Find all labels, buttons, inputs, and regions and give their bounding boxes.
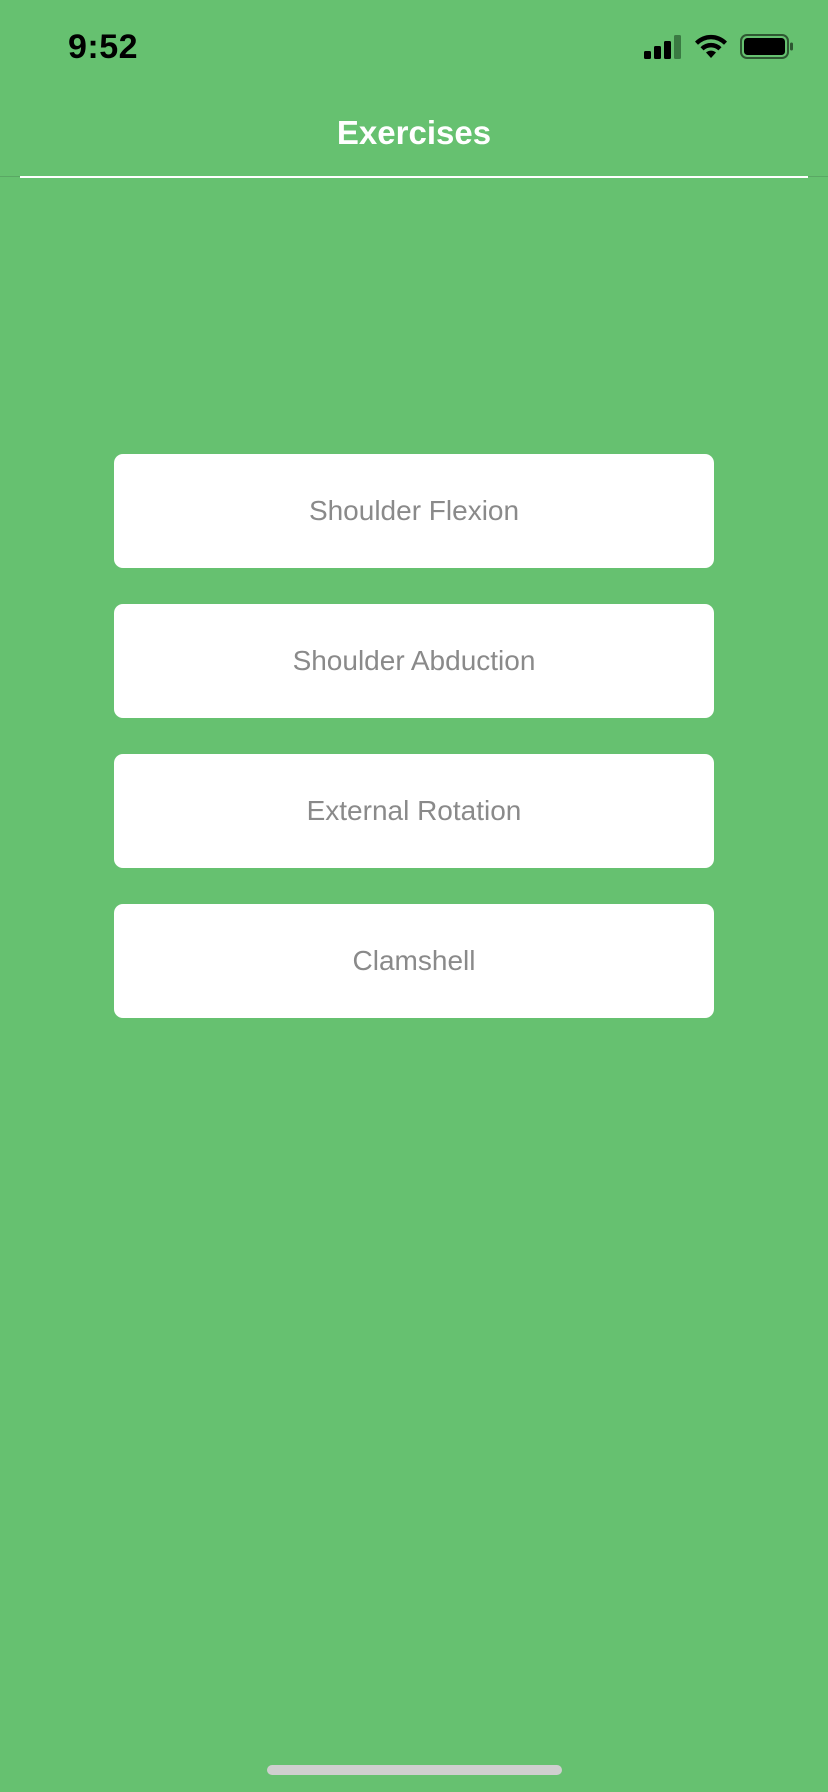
status-icons — [644, 34, 794, 64]
status-time: 9:52 — [68, 28, 139, 66]
navigation-bar: Exercises — [0, 96, 828, 176]
external-rotation-button[interactable]: External Rotation — [114, 754, 714, 868]
shoulder-abduction-button[interactable]: Shoulder Abduction — [114, 604, 714, 718]
clamshell-button[interactable]: Clamshell — [114, 904, 714, 1018]
home-indicator[interactable] — [267, 1765, 562, 1775]
page-title: Exercises — [336, 114, 492, 151]
status-bar: 9:52 — [0, 0, 828, 96]
wifi-icon — [694, 34, 728, 64]
battery-icon — [740, 34, 794, 64]
cellular-signal-icon — [644, 34, 682, 64]
nav-divider — [20, 176, 808, 178]
exercise-list: Shoulder Flexion Shoulder Abduction Exte… — [114, 454, 714, 1054]
shoulder-flexion-button[interactable]: Shoulder Flexion — [114, 454, 714, 568]
